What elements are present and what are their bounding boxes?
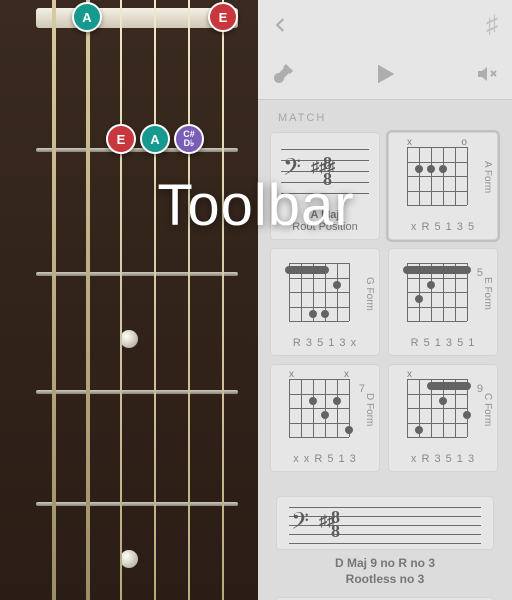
interval-label: x R 3 5 1 3 [389,453,497,465]
guitar-icon[interactable] [272,62,296,86]
chord-card-c-form[interactable]: x9C Formx R 3 5 1 3 [388,364,498,472]
chord-card-a-form[interactable]: x oA Formx R 5 1 3 5 [388,132,498,240]
fretwire-2 [36,272,238,276]
staff-notation: 𝄢 ♯♯ 8 8 [289,507,481,543]
back-icon[interactable] [272,16,290,34]
results-panel: ♯ MATCH 𝄢 ♯♯♯ 8 8 A MajRo [258,0,512,600]
fret-note-A[interactable]: A [140,124,170,154]
inlay-dot [120,550,138,568]
form-chip: C Form [482,393,493,426]
section-label-match: MATCH [258,100,512,132]
toolbar: ♯ [258,0,512,100]
staff-notation: 𝄢 ♯♯♯ 8 8 [281,149,369,193]
string-6[interactable] [52,0,56,600]
fretwire-3 [36,390,238,394]
mute-icon[interactable] [474,62,498,86]
inlay-dot [120,330,138,348]
sharp-toggle-icon[interactable]: ♯ [486,11,498,39]
fret-note-Csharp[interactable]: C# D♭ [174,124,204,154]
time-num: 8 [331,521,340,542]
time-num: 8 [323,169,332,190]
bass-clef-icon: 𝄢 [291,509,309,541]
chord-name: A MajRoot Position [271,209,379,233]
string-3[interactable] [154,0,156,600]
interval-label: R 5 1 3 5 1 [389,337,497,349]
string-4[interactable] [120,0,122,600]
chord-card-d-form[interactable]: xx7D Formx x R 5 1 3 [270,364,380,472]
open-note-A[interactable]: A [72,2,102,32]
interval-label: x R 5 1 3 5 [389,221,497,233]
string-1[interactable] [222,0,224,600]
form-chip: E Form [482,277,493,310]
fretwire-4 [36,502,238,506]
string-5[interactable] [86,0,90,600]
open-note-E[interactable]: E [208,2,238,32]
bass-clef-icon: 𝄢 [283,155,301,187]
form-chip: D Form [364,393,375,426]
form-chip: A Form [482,161,493,193]
interval-label: R 3 5 1 3 x [271,337,379,349]
chord-card-g-form[interactable]: G Form R 3 5 1 3 x [270,248,380,356]
fret-note-E[interactable]: E [106,124,136,154]
secondary-chord-name: D Maj 9 no R no 3Rootless no 3 [258,556,512,587]
form-chip: G Form [364,277,375,311]
play-icon[interactable] [371,60,399,88]
chord-grid: 𝄢 ♯♯♯ 8 8 A MajRoot Position x oA Formx … [258,132,512,472]
secondary-staff-card[interactable]: 𝄢 ♯♯ 8 8 [276,496,494,550]
fretwire-1 [36,148,238,152]
string-2[interactable] [188,0,190,600]
chord-card-e-form[interactable]: 5E FormR 5 1 3 5 1 [388,248,498,356]
interval-label: x x R 5 1 3 [271,453,379,465]
chord-staff-card[interactable]: 𝄢 ♯♯♯ 8 8 A MajRoot Position [270,132,380,240]
fretboard[interactable]: A E E A C# D♭ [0,0,258,600]
